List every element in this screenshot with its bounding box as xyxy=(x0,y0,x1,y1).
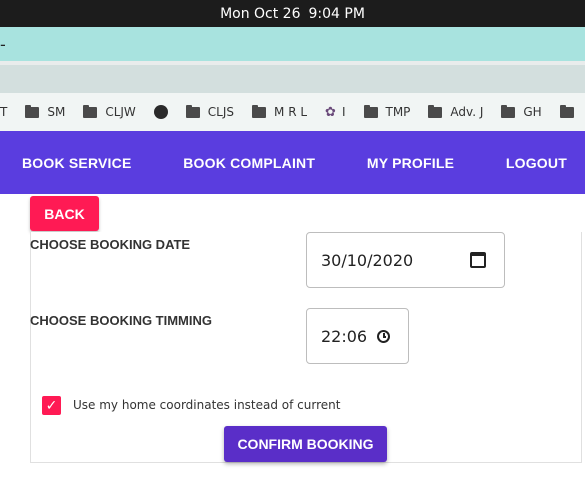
bookmark-folder-gh[interactable]: GH xyxy=(501,104,542,119)
app-navbar: BOOK SERVICE BOOK COMPLAINT MY PROFILE L… xyxy=(0,131,585,194)
globe-icon xyxy=(153,105,168,119)
booking-date-label: CHOOSE BOOKING DATE xyxy=(30,237,191,252)
home-coordinates-label[interactable]: Use my home coordinates instead of curre… xyxy=(73,398,340,412)
bookmark-t[interactable]: T xyxy=(0,105,7,119)
booking-time-input[interactable]: 22:06 xyxy=(306,308,409,364)
back-button[interactable]: BACK xyxy=(30,196,99,231)
folder-icon xyxy=(185,104,200,118)
clock-icon[interactable] xyxy=(377,330,390,343)
folder-icon xyxy=(363,104,378,118)
bookmark-folder-cljw[interactable]: CLJW xyxy=(83,104,136,119)
booking-date-input[interactable]: 30/10/2020 xyxy=(306,232,505,288)
browser-toolbar xyxy=(0,65,585,93)
calendar-icon[interactable] xyxy=(470,252,486,268)
checkmark-icon: ✓ xyxy=(45,397,58,414)
system-date: Mon Oct 26 xyxy=(220,5,301,22)
system-top-bar: Mon Oct 26 9:04 PM xyxy=(0,0,585,27)
nav-book-complaint[interactable]: BOOK COMPLAINT xyxy=(183,155,315,171)
bookmark-label: CLJS xyxy=(207,105,235,119)
nav-book-service[interactable]: BOOK SERVICE xyxy=(22,155,132,171)
bookmark-label: T xyxy=(0,105,8,119)
booking-time-value: 22:06 xyxy=(321,326,368,346)
nav-logout[interactable]: LOGOUT xyxy=(506,155,567,171)
confirm-booking-button[interactable]: CONFIRM BOOKING xyxy=(224,426,387,462)
flower-icon: ✿ xyxy=(325,104,336,120)
address-fragment: - xyxy=(0,34,6,54)
bookmark-label: I xyxy=(341,105,346,119)
folder-icon xyxy=(25,104,40,118)
bookmark-label: SM xyxy=(47,105,66,119)
bookmark-folder-advj[interactable]: Adv. J xyxy=(428,104,484,119)
bookmark-globe[interactable] xyxy=(153,105,168,119)
bookmark-folder-sm[interactable]: SM xyxy=(25,104,66,119)
folder-icon xyxy=(501,104,516,118)
folder-icon xyxy=(83,104,98,118)
folder-icon xyxy=(559,104,574,118)
bookmark-label: Adv. J xyxy=(450,105,484,119)
bookmark-label: M R L xyxy=(274,105,308,119)
booking-time-label: CHOOSE BOOKING TIMMING xyxy=(30,313,212,328)
bookmark-folder-tmp[interactable]: TMP xyxy=(363,104,411,119)
folder-icon xyxy=(428,104,443,118)
bookmark-i[interactable]: ✿ I xyxy=(325,105,345,120)
browser-tab-strip: - xyxy=(0,27,585,61)
system-time: 9:04 PM xyxy=(308,5,365,22)
folder-icon xyxy=(252,104,267,118)
bookmark-label: TMP xyxy=(385,105,411,119)
bookmark-folder-cljs[interactable]: CLJS xyxy=(185,104,235,119)
home-coordinates-checkbox[interactable]: ✓ xyxy=(42,396,61,415)
nav-my-profile[interactable]: MY PROFILE xyxy=(367,155,454,171)
bookmarks-bar: T SM CLJW CLJS M R L ✿ I TMP Adv. J GH xyxy=(0,93,585,131)
booking-date-value: 30/10/2020 xyxy=(321,250,414,270)
bookmark-folder-mrl[interactable]: M R L xyxy=(252,104,308,119)
bookmark-label: CLJW xyxy=(105,105,136,119)
bookmark-label: GH xyxy=(523,105,542,119)
bookmark-folder-overflow[interactable] xyxy=(559,104,582,118)
